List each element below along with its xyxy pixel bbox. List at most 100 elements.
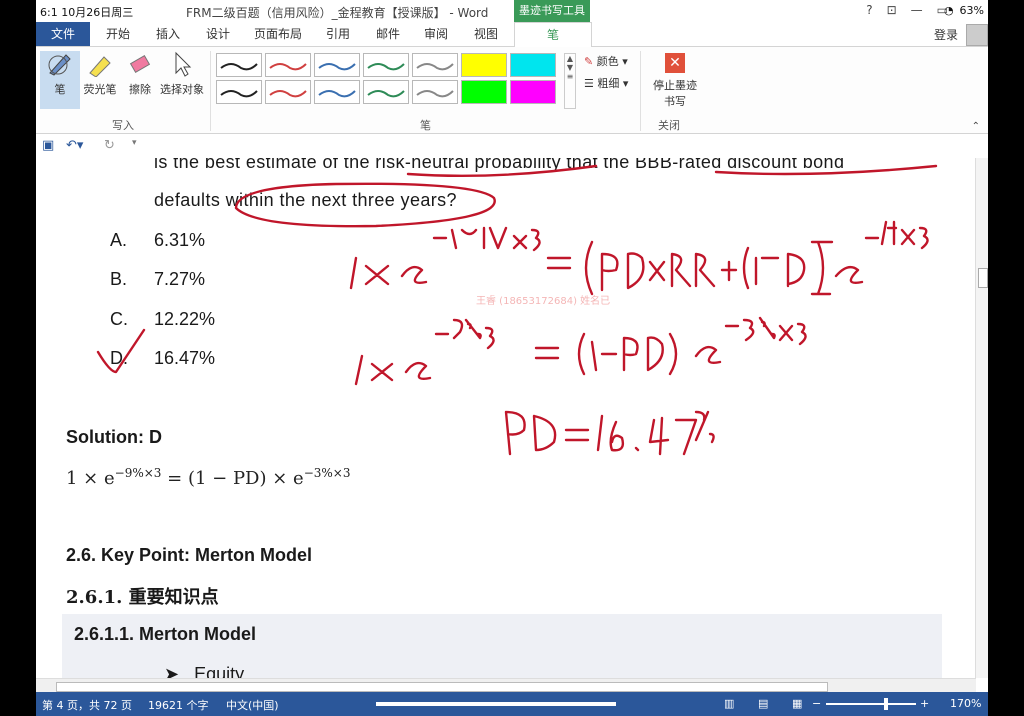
system-clock: 6:1 10月26日周三 [38, 4, 136, 20]
pen-stroke-icon [416, 90, 454, 98]
tab-design[interactable]: 设计 [206, 22, 230, 46]
zoom-slider[interactable] [826, 703, 916, 705]
left-letterbox [0, 0, 36, 716]
pen-swatch[interactable] [216, 80, 262, 104]
color-dropdown[interactable]: ✎ 颜色 ▾ [584, 53, 628, 69]
solution-label: Solution: D [66, 427, 162, 447]
print-layout-icon[interactable]: ▤ [758, 697, 768, 710]
read-mode-icon[interactable]: ▥ [724, 697, 734, 710]
vertical-scrollbar[interactable] [975, 158, 988, 678]
avatar[interactable] [966, 24, 988, 46]
pen-stroke-icon [269, 90, 307, 98]
tab-view[interactable]: 视图 [474, 22, 498, 46]
save-icon[interactable]: ▣ [42, 138, 54, 153]
tab-mailings[interactable]: 邮件 [376, 22, 400, 46]
pen-swatch[interactable] [412, 53, 458, 77]
login-link[interactable]: 登录 [934, 26, 958, 43]
right-letterbox [988, 0, 1024, 716]
option-b-value: 7.27% [154, 269, 206, 289]
bullet-equity: ➤ Equity [164, 664, 245, 678]
option-a-value: 6.31% [154, 230, 206, 250]
quick-access-toolbar: ▣ ↶▾ ↻ ▾ [36, 134, 988, 159]
horizontal-scroll-thumb[interactable] [56, 682, 828, 692]
pen-stroke-icon [367, 63, 405, 71]
option-c-letter: C. [110, 309, 128, 329]
pen-stroke-icon [269, 63, 307, 71]
option-d-letter: D. [110, 348, 128, 368]
customize-qat-icon[interactable]: ▾ [132, 138, 137, 148]
collapse-ribbon-icon[interactable]: ⌃ [972, 121, 980, 132]
zoom-slider-thumb[interactable] [884, 698, 888, 710]
solution-equation: 1 × e−9%×3 = (1 − PD) × e−3%×3 [66, 466, 351, 489]
pen-swatch[interactable] [461, 53, 507, 77]
word-window: FRM二级百题（信用风险）_金程教育【授课版】 - Word 墨迹书写工具 ? … [36, 0, 988, 716]
pen-swatch[interactable] [363, 53, 409, 77]
ink-equation-1 [349, 220, 929, 296]
pen-stroke-icon [220, 90, 258, 98]
write-group-label: 写入 [112, 119, 134, 132]
close-group-label: 关闭 [658, 119, 680, 132]
cursor-icon [175, 51, 192, 77]
option-a-letter: A. [110, 230, 128, 250]
pen-swatch[interactable] [412, 80, 458, 104]
highlighter-button[interactable]: 荧光笔 [80, 51, 120, 97]
ribbon: 笔 荧光笔 擦除 选择对象 写入 ▲ ▼ ≡ ✎ 颜色 ▾ ☰ 粗细 ▾ 笔 ✕ 停… [36, 47, 988, 134]
page-count[interactable]: 第 4 页，共 72 页 [42, 697, 132, 713]
pen-gallery-scroll[interactable]: ▲ ▼ ≡ [564, 53, 576, 109]
wifi-icon: ◔ [943, 4, 954, 17]
divider [640, 51, 641, 131]
thickness-icon: ☰ [584, 77, 598, 90]
tab-file[interactable]: 文件 [36, 22, 90, 46]
option-d-value: 16.47% [154, 348, 216, 368]
zoom-level[interactable]: 170% [950, 697, 981, 710]
select-objects-button[interactable]: 选择对象 [158, 51, 206, 97]
question-line-2: defaults within the next three years? [154, 190, 457, 210]
horizontal-scrollbar[interactable] [36, 678, 976, 693]
thickness-dropdown[interactable]: ☰ 粗细 ▾ [584, 75, 628, 91]
progress-bar [376, 702, 616, 706]
pen-swatch[interactable] [314, 80, 360, 104]
ink-result-pd [504, 410, 715, 456]
heading-2-6-1: 2.6.1. 重要知识点 [66, 587, 219, 608]
pen-swatch[interactable] [216, 53, 262, 77]
tab-insert[interactable]: 插入 [156, 22, 180, 46]
option-c-value: 12.22% [154, 309, 216, 329]
pen-swatch[interactable] [510, 53, 556, 77]
option-b-letter: B. [110, 269, 128, 289]
pen-swatch[interactable] [510, 80, 556, 104]
tab-layout[interactable]: 页面布局 [254, 22, 302, 46]
word-count[interactable]: 19621 个字 [148, 697, 209, 713]
tab-pen[interactable]: 笔 [514, 22, 592, 48]
battery-level: 63% [959, 4, 984, 17]
vertical-scroll-thumb[interactable] [978, 268, 988, 288]
pen-gallery [216, 53, 562, 107]
ink-equation-2 [354, 316, 807, 386]
eraser-button[interactable]: 擦除 [120, 51, 160, 97]
zoom-in-icon[interactable]: + [920, 697, 929, 710]
system-status-bar: 6:1 10月26日周三 ◔ 63% [0, 0, 1024, 22]
undo-icon[interactable]: ↶▾ [66, 138, 83, 153]
document-canvas[interactable]: is the best estimate of the risk-neutral… [36, 158, 976, 678]
tab-review[interactable]: 审阅 [424, 22, 448, 46]
web-layout-icon[interactable]: ▦ [792, 697, 802, 710]
language-indicator[interactable]: 中文(中国) [226, 697, 279, 713]
pen-swatch[interactable] [461, 80, 507, 104]
pen-swatch[interactable] [314, 53, 360, 77]
pen-icon [48, 54, 71, 76]
pen-swatch[interactable] [265, 80, 311, 104]
redo-icon[interactable]: ↻ [104, 138, 115, 153]
pen-stroke-icon [367, 90, 405, 98]
ribbon-tabs: 文件 开始 插入 设计 页面布局 引用 邮件 审阅 视图 笔 登录 [36, 22, 988, 48]
tab-home[interactable]: 开始 [106, 22, 130, 46]
heading-2-6: 2.6. Key Point: Merton Model [66, 545, 313, 565]
status-bar: 第 4 页，共 72 页 19621 个字 中文(中国) ▥ ▤ ▦ − + 1… [36, 692, 988, 716]
zoom-out-icon[interactable]: − [812, 697, 821, 710]
pen-button[interactable]: 笔 [40, 51, 80, 109]
pen-stroke-icon [318, 63, 356, 71]
tab-references[interactable]: 引用 [326, 22, 350, 46]
stop-inking-button[interactable]: ✕ 停止墨迹书写 [650, 53, 700, 109]
close-icon: ✕ [665, 53, 685, 73]
pen-swatch[interactable] [265, 53, 311, 77]
eraser-icon [129, 54, 151, 74]
pen-swatch[interactable] [363, 80, 409, 104]
